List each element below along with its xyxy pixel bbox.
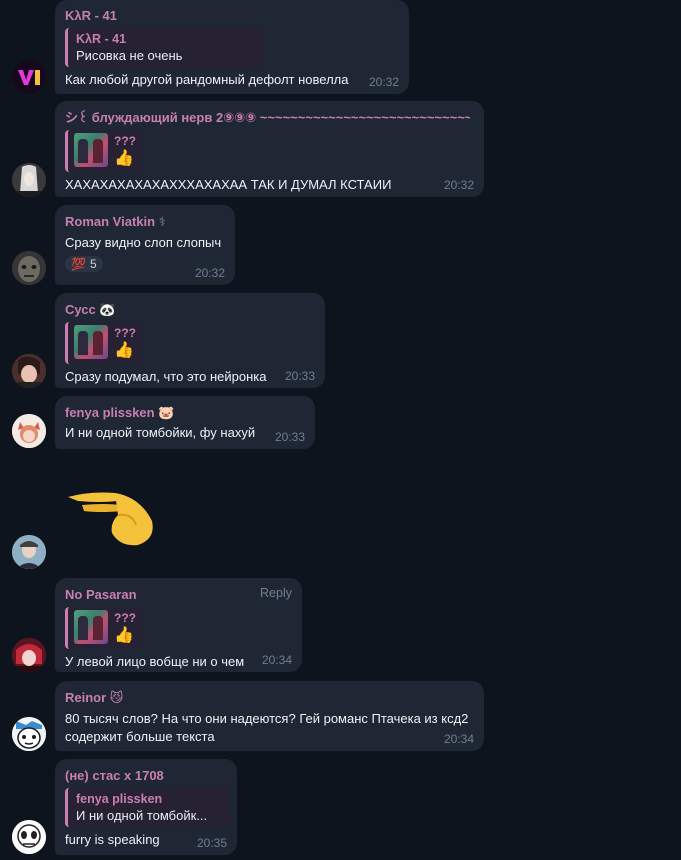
thumbs-up-icon: 👍	[114, 627, 134, 644]
avatar[interactable]	[12, 535, 46, 569]
author-badge-icon: ⚕	[158, 214, 166, 229]
author-name[interactable]: Roman Viatkin	[65, 214, 155, 229]
quote-text: Рисовка не очень	[76, 48, 183, 63]
avatar[interactable]	[12, 60, 46, 94]
reply-quote[interactable]: KλR - 41 Рисовка не очень	[65, 28, 264, 67]
reply-quote[interactable]: fenya plissken И ни одной томбойк...	[65, 788, 229, 827]
thumbs-up-icon: 👍	[114, 150, 134, 167]
chat-area: KλR - 41 KλR - 41 Рисовка не очень Как л…	[0, 0, 681, 860]
message-time: 20:32	[368, 75, 399, 89]
message-text: У левой лицо вобще ни о чем	[65, 654, 245, 669]
vi-logo-icon	[12, 60, 46, 94]
author-badge-icon: 😼	[109, 690, 124, 705]
message-bubble[interactable]: No Pasaran Reply ??? 👍 У левой лицо вобщ…	[55, 578, 302, 672]
message-time: 20:32	[443, 178, 474, 192]
quote-text: И ни одной томбойк...	[76, 808, 208, 823]
message-author[interactable]: Roman Viatkin ⚕	[65, 214, 225, 230]
pinching-hand-icon	[68, 492, 153, 546]
avatar[interactable]	[12, 354, 46, 388]
user-avatar-icon	[12, 638, 46, 672]
sticker[interactable]: 🤏	[60, 483, 160, 553]
reaction-chip[interactable]: 💯 5	[65, 256, 103, 272]
message-time: 20:35	[196, 836, 227, 850]
message-bubble[interactable]: Сусс 🐼 ??? 👍 Сразу подумал, что это нейр…	[55, 293, 325, 388]
message-text: Как любой другой рандомный дефолт новелл…	[65, 72, 349, 87]
quote-author: ???	[114, 326, 136, 340]
quote-thumbnail	[74, 325, 108, 359]
hundred-icon: 💯	[71, 257, 86, 271]
reply-quote[interactable]: ??? 👍	[65, 130, 142, 172]
avatar[interactable]	[12, 414, 46, 448]
message-author[interactable]: シ꒰ блуждающий нерв 2⑨⑨⑨ ~~~~~~~~~~~~~~~~…	[65, 110, 470, 126]
reply-quote[interactable]: ??? 👍	[65, 322, 142, 364]
author-name[interactable]: fenya plissken	[65, 405, 155, 420]
message-bubble[interactable]: (не) стас х 1708 fenya plissken И ни одн…	[55, 759, 237, 855]
message-time: 20:34	[443, 732, 474, 746]
author-badge-icon: 🐷	[158, 405, 175, 420]
message-text: Сразу видно слоп слопыч	[65, 235, 222, 250]
avatar[interactable]	[12, 820, 46, 854]
reaction-count: 5	[89, 257, 97, 271]
reply-button[interactable]: Reply	[260, 586, 292, 600]
message-time: 20:33	[274, 430, 305, 444]
quote-author: ???	[114, 134, 136, 148]
quote-thumbnail	[74, 610, 108, 644]
message-text: И ни одной томбойки, фу нахуй	[65, 425, 256, 440]
quote-thumbnail	[74, 133, 108, 167]
message-author[interactable]: Сусс 🐼	[65, 302, 315, 318]
avatar[interactable]	[12, 717, 46, 751]
quote-author: KλR - 41	[76, 32, 127, 46]
user-avatar-icon	[12, 251, 46, 285]
thumbs-up-icon: 👍	[114, 342, 134, 359]
quote-author: ???	[114, 611, 136, 625]
message-bubble[interactable]: fenya plissken 🐷 И ни одной томбойки, фу…	[55, 396, 315, 449]
message-author[interactable]: fenya plissken 🐷	[65, 405, 305, 421]
user-avatar-icon	[12, 414, 46, 448]
author-name[interactable]: Reinor	[65, 690, 106, 705]
message-time: 20:33	[284, 369, 315, 383]
message-bubble[interactable]: シ꒰ блуждающий нерв 2⑨⑨⑨ ~~~~~~~~~~~~~~~~…	[55, 101, 484, 197]
message-text: Сразу подумал, что это нейронка	[65, 369, 267, 384]
user-avatar-icon	[12, 535, 46, 569]
author-badge-icon: 🐼	[99, 302, 116, 317]
message-bubble[interactable]: Reinor 😼 80 тысяч слов? На что они надею…	[55, 681, 484, 751]
message-author[interactable]: KλR - 41	[65, 8, 399, 24]
quote-author: fenya plissken	[76, 792, 163, 806]
avatar[interactable]	[12, 638, 46, 672]
reply-quote[interactable]: ??? 👍	[65, 607, 142, 649]
message-text-line-1: 80 тысяч слов? На что они надеются? Гей …	[65, 711, 469, 726]
user-avatar-icon	[12, 163, 46, 197]
message-text: ХАХАХАХАХАХАХХХАХАХАА ТАК И ДУМАЛ КСТАИИ	[65, 177, 392, 192]
message-author[interactable]: Reinor 😼	[65, 690, 474, 706]
message-time: 20:34	[261, 653, 292, 667]
message-bubble[interactable]: Roman Viatkin ⚕ Сразу видно слоп слопыч …	[55, 205, 235, 285]
message-author[interactable]: (не) стас х 1708	[65, 768, 227, 784]
avatar[interactable]	[12, 163, 46, 197]
avatar[interactable]	[12, 251, 46, 285]
message-author[interactable]: No Pasaran	[65, 587, 292, 603]
message-bubble[interactable]: KλR - 41 KλR - 41 Рисовка не очень Как л…	[55, 0, 409, 94]
author-name[interactable]: Сусс	[65, 302, 96, 317]
message-text-line-2: содержит больше текста	[65, 729, 215, 744]
user-avatar-icon	[12, 717, 46, 751]
user-avatar-icon	[12, 820, 46, 854]
user-avatar-icon	[12, 354, 46, 388]
message-time: 20:32	[194, 266, 225, 280]
